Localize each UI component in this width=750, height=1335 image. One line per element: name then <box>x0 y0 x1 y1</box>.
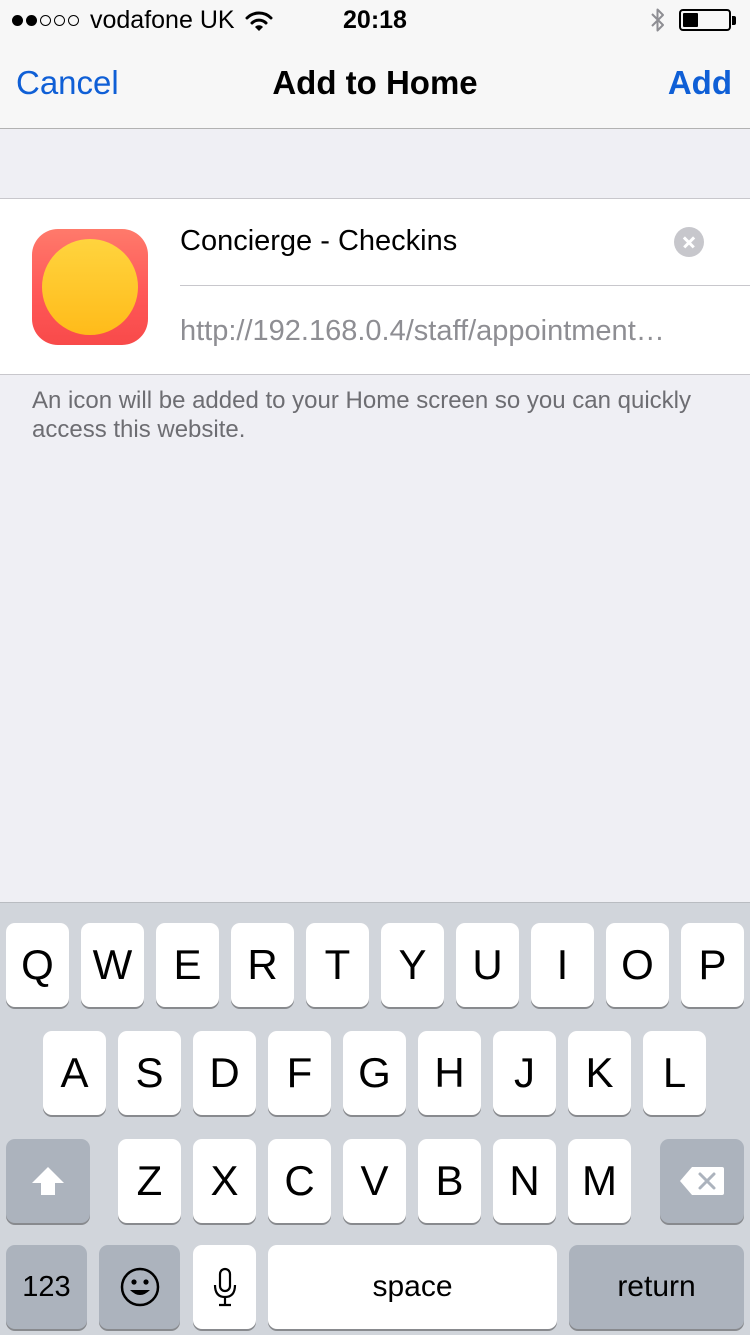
emoji-key[interactable] <box>99 1245 180 1329</box>
battery-tip <box>732 15 736 25</box>
key-r[interactable]: R <box>231 923 294 1007</box>
key-j[interactable]: J <box>493 1031 556 1115</box>
key-n[interactable]: N <box>493 1139 556 1223</box>
key-m[interactable]: M <box>568 1139 631 1223</box>
microphone-icon <box>213 1267 236 1307</box>
key-c[interactable]: C <box>268 1139 331 1223</box>
key-i[interactable]: I <box>531 923 594 1007</box>
key-p[interactable]: P <box>681 923 744 1007</box>
key-d[interactable]: D <box>193 1031 256 1115</box>
key-l[interactable]: L <box>643 1031 706 1115</box>
footer-note: An icon will be added to your Home scree… <box>32 387 692 443</box>
emoji-icon <box>120 1267 159 1307</box>
key-f[interactable]: F <box>268 1031 331 1115</box>
cell-divider <box>180 285 750 286</box>
key-t[interactable]: T <box>306 923 369 1007</box>
key-b[interactable]: B <box>418 1139 481 1223</box>
return-key[interactable]: return <box>569 1245 744 1329</box>
battery-icon <box>679 9 731 31</box>
key-s[interactable]: S <box>118 1031 181 1115</box>
key-o[interactable]: O <box>606 923 669 1007</box>
key-v[interactable]: V <box>343 1139 406 1223</box>
add-button[interactable]: Add <box>668 64 732 102</box>
status-bar-right <box>649 6 736 34</box>
key-e[interactable]: E <box>156 923 219 1007</box>
space-key[interactable]: space <box>268 1245 557 1329</box>
bookmark-form-cell: Concierge - Checkins http://192.168.0.4/… <box>0 198 750 375</box>
key-u[interactable]: U <box>456 923 519 1007</box>
page-title: Add to Home <box>272 64 478 101</box>
keyboard: Q W E R T Y U I O P A S D F G H J K L Z … <box>0 902 750 1335</box>
numbers-key[interactable]: 123 <box>6 1245 87 1329</box>
navigation-bar: Cancel Add to Home Add <box>0 40 750 129</box>
key-z[interactable]: Z <box>118 1139 181 1223</box>
key-g[interactable]: G <box>343 1031 406 1115</box>
status-bar: vodafone UK 20:18 <box>0 0 750 40</box>
key-a[interactable]: A <box>43 1031 106 1115</box>
bluetooth-icon <box>651 8 664 32</box>
dictation-key[interactable] <box>193 1245 256 1329</box>
key-y[interactable]: Y <box>381 923 444 1007</box>
url-field: http://192.168.0.4/staff/appointment… <box>180 315 665 347</box>
status-time: 20:18 <box>343 6 407 34</box>
delete-key[interactable] <box>660 1139 744 1223</box>
key-k[interactable]: K <box>568 1031 631 1115</box>
app-icon-circle <box>42 239 138 335</box>
key-h[interactable]: H <box>418 1031 481 1115</box>
shift-key[interactable] <box>6 1139 90 1223</box>
shift-icon <box>32 1167 64 1195</box>
key-w[interactable]: W <box>81 923 144 1007</box>
title-input[interactable]: Concierge - Checkins <box>180 225 660 258</box>
key-x[interactable]: X <box>193 1139 256 1223</box>
delete-icon <box>680 1167 724 1195</box>
clear-icon[interactable] <box>674 227 704 257</box>
web-app-icon <box>32 229 148 345</box>
key-q[interactable]: Q <box>6 923 69 1007</box>
